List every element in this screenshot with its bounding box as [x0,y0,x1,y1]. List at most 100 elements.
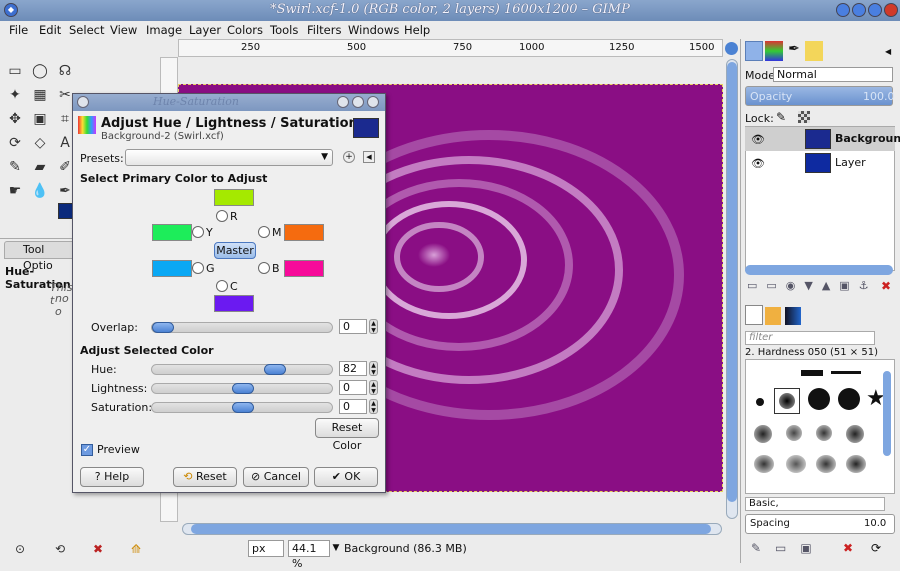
selected-brush[interactable] [774,388,800,414]
lasso-icon[interactable]: ☊ [55,61,75,81]
menu-windows[interactable]: Windows [348,23,399,37]
zoom-navigate-icon[interactable] [725,42,738,55]
tab-layers[interactable] [745,41,763,61]
ellipse-select-icon[interactable]: ◯ [30,61,50,81]
dialog-maximize-icon[interactable] [352,96,364,108]
tab-brushes[interactable] [745,305,763,325]
menu-select[interactable]: Select [69,23,104,37]
restore-options-icon[interactable]: ⟲ [50,539,70,559]
yellow-radio[interactable] [192,226,204,238]
cancel-button[interactable]: ⊘ Cancel [243,467,309,487]
overlap-spin-icon[interactable]: ▲ ▼ [369,319,378,334]
zoom-dropdown-icon[interactable]: ▼ [330,540,342,557]
overlap-field[interactable]: 0 [339,319,367,334]
hue-slider-knob[interactable] [264,364,286,375]
hue-field[interactable]: 82 [339,361,367,376]
saturation-field[interactable]: 0 [339,399,367,414]
maximize-icon[interactable] [868,3,882,17]
red-radio[interactable] [216,210,228,222]
menu-filters[interactable]: Filters [307,23,341,37]
zoom-field[interactable]: 44.1 % [288,540,330,570]
tab-channels[interactable] [765,41,783,61]
delete-layer-icon[interactable]: ✖ [881,279,891,293]
panel-menu-icon[interactable]: ◀ [885,47,891,56]
layers-scrollbar[interactable] [745,265,893,275]
menu-file[interactable]: File [9,23,28,37]
eraser-icon[interactable]: ▰ [30,157,50,177]
lock-alpha-icon[interactable] [798,111,810,123]
fuzzy-select-icon[interactable]: ✦ [5,85,25,105]
window-menu-icon[interactable]: ◆ [4,3,18,17]
delete-options-icon[interactable]: ✖ [88,539,108,559]
lightness-slider-knob[interactable] [232,383,254,394]
visibility-eye-icon[interactable]: 👁 [751,133,765,146]
cyan-radio[interactable] [216,280,228,292]
reset-options-icon[interactable]: ⟰ [126,539,146,559]
menu-view[interactable]: View [110,23,137,37]
color-select-icon[interactable]: ▦ [30,85,50,105]
delete-brush-icon[interactable]: ✖ [843,541,853,555]
saturation-slider[interactable] [151,402,333,413]
save-options-icon[interactable]: ⊙ [10,539,30,559]
move-icon[interactable]: ✥ [5,109,25,129]
reset-button[interactable]: ⟲ Reset [173,467,237,487]
unit-select[interactable]: px [248,540,284,557]
align-icon[interactable]: ▣ [30,109,50,129]
layer-name[interactable]: Background [835,132,900,145]
layer-name[interactable]: Layer [835,156,866,169]
close-window-icon[interactable] [884,3,898,17]
overlap-slider[interactable] [151,322,333,333]
lock-pixels-icon[interactable]: ✎ [776,110,786,124]
help-button[interactable]: ? Help [80,467,144,487]
brush-actions-icons[interactable]: ✎▭▣ [751,541,826,555]
vertical-scrollbar[interactable] [726,59,738,519]
dialog-close-icon[interactable] [367,96,379,108]
menu-help[interactable]: Help [404,23,430,37]
refresh-brushes-icon[interactable]: ⟳ [871,541,881,555]
presets-combo[interactable]: ▼ [125,149,333,166]
brush-tag-input[interactable]: Basic, [745,497,885,511]
menu-tools[interactable]: Tools [270,23,298,37]
perspective-icon[interactable]: ◇ [30,133,50,153]
filter-input[interactable]: filter [745,331,875,345]
ok-button[interactable]: ✔ OK [314,467,378,487]
menu-edit[interactable]: Edit [39,23,61,37]
tab-paths[interactable]: ✒ [785,41,803,61]
rotate-icon[interactable]: ⟳ [5,133,25,153]
tab-undo[interactable] [805,41,823,61]
dialog-titlebar[interactable]: Hue-Saturation [73,94,385,111]
spacing-slider[interactable]: Spacing 10.0 [745,514,895,534]
magenta-radio[interactable] [258,226,270,238]
blue-radio[interactable] [258,262,270,274]
saturation-slider-knob[interactable] [232,402,254,413]
mode-select[interactable]: Normal [773,67,893,82]
minimize-icon[interactable] [836,3,850,17]
visibility-eye-icon[interactable]: 👁 [751,157,765,170]
tab-patterns[interactable] [765,307,781,325]
horizontal-scrollbar[interactable] [182,523,722,535]
reset-color-button[interactable]: Reset Color [315,418,379,452]
pencil-icon[interactable]: ✎ [5,157,25,177]
brushes-grid[interactable]: ★ [745,359,895,494]
smudge-icon[interactable]: ☛ [5,181,25,201]
add-preset-icon[interactable]: + [343,151,355,163]
green-radio[interactable] [192,262,204,274]
dodge-icon[interactable]: 💧 [30,181,50,201]
saturation-spin-icon[interactable]: ▲ ▼ [369,399,378,414]
menu-colors[interactable]: Colors [227,23,263,37]
rect-select-icon[interactable]: ▭ [5,61,25,81]
hue-slider[interactable] [151,364,333,375]
master-button[interactable]: Master [214,242,256,259]
hue-spin-icon[interactable]: ▲ ▼ [369,361,378,376]
tab-tool-options[interactable]: Tool Optio [4,241,76,272]
menu-layer[interactable]: Layer [189,23,221,37]
sticky-icon[interactable] [852,3,866,17]
lightness-field[interactable]: 0 [339,380,367,395]
brushes-scrollbar[interactable] [883,371,891,456]
dialog-menu-icon[interactable] [77,96,89,108]
lightness-spin-icon[interactable]: ▲ ▼ [369,380,378,395]
preview-checkbox[interactable]: ✓ [81,444,93,456]
opacity-slider[interactable]: Opacity 100.0 [745,86,895,106]
menu-image[interactable]: Image [146,23,182,37]
dialog-minimize-icon[interactable] [337,96,349,108]
